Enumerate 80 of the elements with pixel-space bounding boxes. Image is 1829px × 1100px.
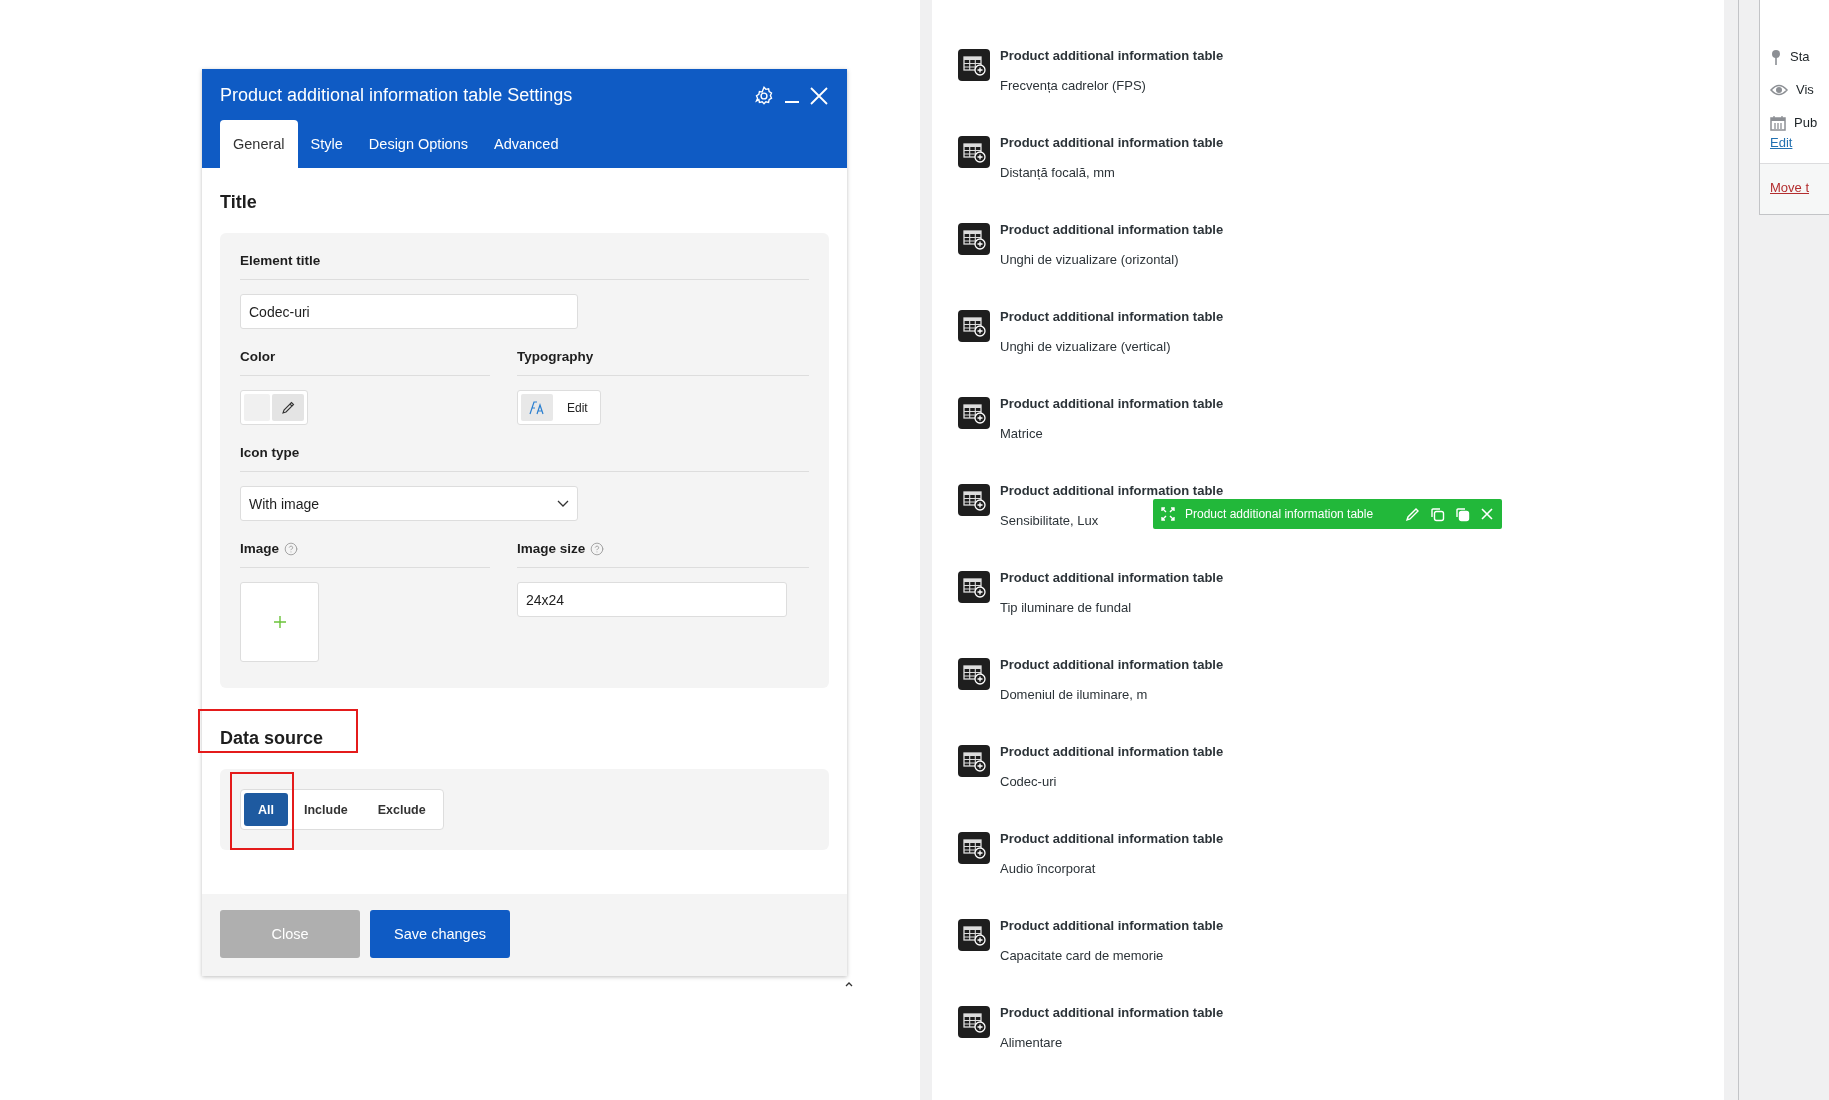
edit-icon[interactable] [1405,506,1420,522]
typography-button[interactable]: Edit [517,390,601,425]
font-icon [529,400,545,415]
close-icon[interactable] [1480,507,1494,521]
trash-link[interactable]: Move t [1770,180,1809,195]
help-icon [590,541,605,556]
element-title: Product additional information table [1000,395,1224,413]
field-label: Color [240,349,276,364]
field-label: Element title [240,253,321,268]
element-title: Product additional information table [1000,221,1224,239]
table-add-icon [958,658,990,690]
element-title: Product additional information table [1000,1004,1224,1022]
close-icon[interactable] [809,85,829,106]
input-field[interactable]: Codec-uri [240,294,578,329]
element-title: Product additional information table [1000,656,1224,674]
color-picker[interactable] [240,390,308,425]
element-title: Product additional information table [1000,47,1224,65]
publish-label: Vis [1796,82,1814,97]
publish-label: Pub [1794,115,1818,130]
element-subtitle: Tip iluminare de fundal [1000,599,1132,617]
table-add-icon [958,919,990,951]
element-subtitle: Distanță focală, mm [1000,164,1115,182]
table-add-icon [958,397,990,429]
table-add-icon [958,1006,990,1038]
element-title: Product additional information table [1000,482,1224,500]
toolbar-label: Product additional information table [1185,507,1375,521]
edit-link[interactable]: Edit [1770,135,1793,150]
caret-up-icon [845,981,853,987]
field-label: Image [240,541,280,556]
element-title: Product additional information table [1000,569,1224,587]
element-title: Product additional information table [1000,134,1224,152]
element-subtitle: Domeniul de iluminare, m [1000,686,1148,704]
element-subtitle: Matrice [1000,425,1043,443]
eyedropper-icon [281,400,295,415]
element-title: Product additional information table [1000,308,1224,326]
element-subtitle: Frecvența cadrelor (FPS) [1000,77,1146,95]
pin-icon [1770,48,1782,65]
save-button[interactable]: Save changes [370,910,510,958]
table-add-icon [958,223,990,255]
chevron-down-icon [557,499,569,508]
input-field[interactable]: 24x24 [517,582,787,617]
calendar-icon [1770,114,1786,131]
field-label: Typography [517,349,594,364]
eye-icon [1770,83,1788,96]
section-heading: Title [220,192,258,213]
element-subtitle: Alimentare [1000,1034,1063,1052]
tab[interactable]: Design Options [355,120,481,168]
field-label: Image size [517,541,586,556]
element-subtitle: Sensibilitate, Lux [1000,512,1099,530]
option-button[interactable]: All [244,793,288,826]
publish-label: Sta [1790,49,1810,64]
plus-icon [272,615,287,629]
element-subtitle: Audio încorporat [1000,860,1096,878]
image-upload[interactable] [240,582,319,662]
element-subtitle: Unghi de vizualizare (orizontal) [1000,251,1179,269]
table-add-icon [958,571,990,603]
element-subtitle: Capacitate card de memorie [1000,947,1164,965]
field-label: Icon type [240,445,300,460]
element-subtitle: Unghi de vizualizare (vertical) [1000,338,1171,356]
table-add-icon [958,745,990,777]
paste-icon[interactable] [1455,506,1470,522]
element-title: Product additional information table [1000,830,1224,848]
move-icon[interactable] [1161,507,1175,521]
element-title: Product additional information table [1000,917,1224,935]
tab[interactable]: General [220,120,298,168]
table-add-icon [958,484,990,516]
settings-icon[interactable] [753,84,775,107]
copy-icon[interactable] [1430,506,1445,522]
element-title: Product additional information table [1000,743,1224,761]
table-add-icon [958,136,990,168]
tab[interactable]: Advanced [481,120,572,168]
table-add-icon [958,832,990,864]
tab[interactable]: Style [297,120,356,168]
table-add-icon [958,49,990,81]
dialog-title: Product additional information table Settings [220,85,574,106]
table-add-icon [958,310,990,342]
help-icon [284,541,299,556]
select-field[interactable]: With image [240,486,578,521]
section-heading: Data source [220,728,324,748]
element-subtitle: Codec-uri [1000,773,1057,791]
